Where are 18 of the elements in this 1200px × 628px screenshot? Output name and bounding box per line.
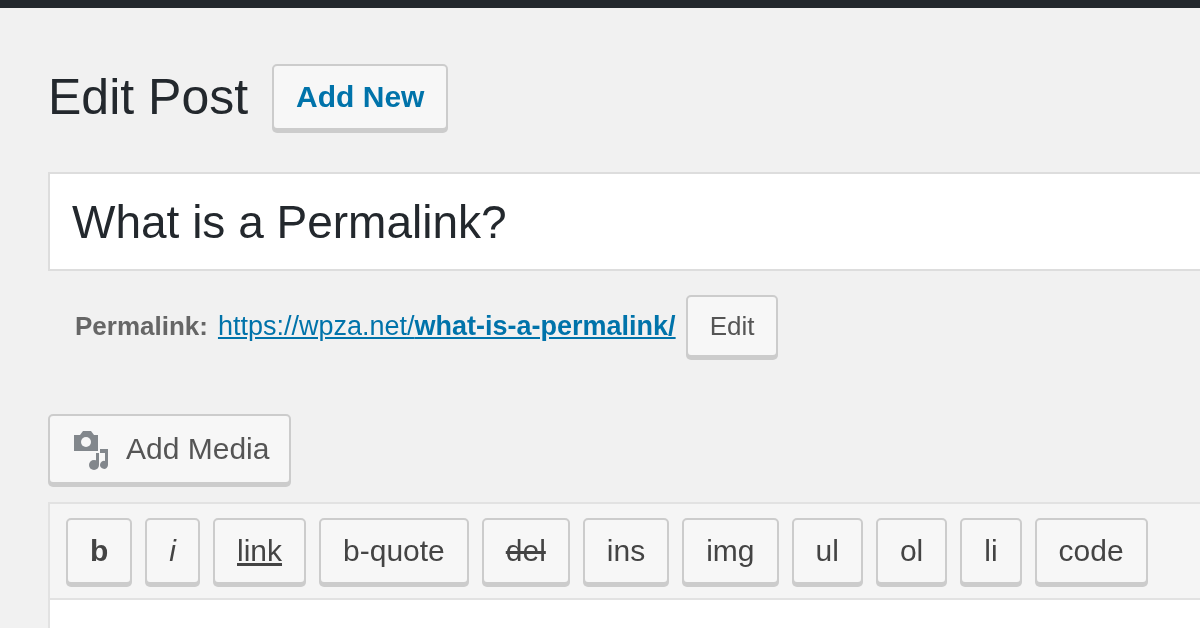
edit-button[interactable]: Edit xyxy=(685,295,779,357)
quicktag-button[interactable]: b-quote xyxy=(319,518,469,584)
quicktag-button[interactable]: ins xyxy=(582,518,670,584)
permalink-link[interactable]: https://wpza.net/what-is-a-permalink/ xyxy=(217,310,676,342)
add-media-button[interactable]: Add Media xyxy=(48,414,292,484)
quicktag-button[interactable]: li xyxy=(960,518,1022,584)
quicktag-button[interactable]: ol xyxy=(875,518,948,584)
quicktag-button[interactable]: ul xyxy=(791,518,863,584)
quicktag-button[interactable]: link xyxy=(213,518,306,584)
quicktag-button[interactable]: i xyxy=(145,518,200,584)
quicktag-button[interactable]: del xyxy=(481,518,570,584)
page-title: Edit Post xyxy=(48,68,249,126)
title-field[interactable]: What is a Permalink? xyxy=(48,172,1200,271)
add-new-button[interactable]: Add New xyxy=(272,64,449,130)
quicktag-button[interactable]: img xyxy=(682,518,779,584)
quicktag-button[interactable]: code xyxy=(1034,518,1148,584)
permalink-label: Permalink: xyxy=(75,310,208,342)
quicktag-button[interactable]: b xyxy=(66,518,133,584)
